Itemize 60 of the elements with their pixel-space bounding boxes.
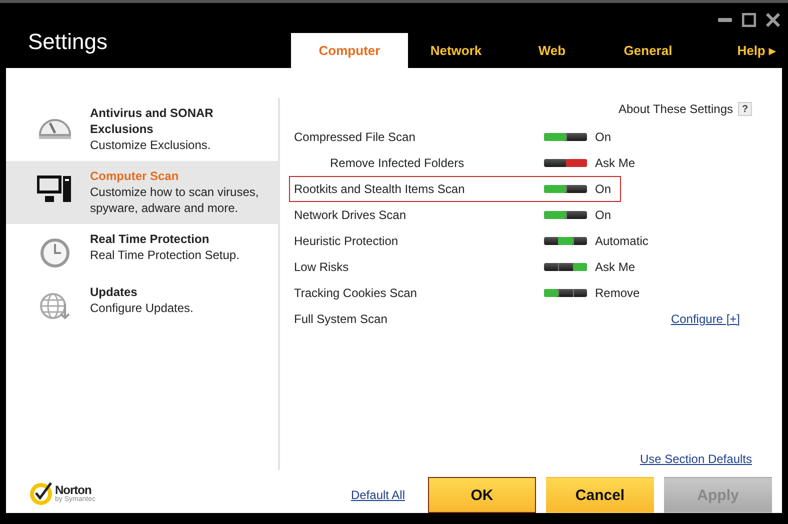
switch-knob[interactable] (572, 263, 587, 271)
section-defaults-link[interactable]: Use Section Defaults (640, 452, 752, 466)
sidebar-item[interactable]: Antivirus and SONAR Exclusions Customize Exclusions. (6, 98, 278, 161)
toggle-switch[interactable] (544, 133, 587, 141)
checkmark-icon (30, 481, 54, 505)
switch-knob[interactable] (544, 133, 566, 141)
footer-button[interactable]: OK (428, 477, 536, 513)
tab[interactable]: Web (504, 33, 600, 68)
setting-label: Remove Infected Folders (329, 156, 466, 170)
sidebar-item[interactable]: Updates Configure Updates. (6, 277, 278, 330)
switch-knob[interactable] (558, 237, 573, 245)
sidebar-item[interactable]: Computer Scan Customize how to scan viruses, spyware, adware and more. (6, 161, 278, 224)
setting-label: Rootkits and Stealth Items Scan (294, 182, 466, 196)
toggle-switch[interactable] (544, 237, 587, 245)
tab[interactable]: Network (408, 33, 504, 68)
setting-value: On (595, 130, 612, 144)
switch-knob[interactable] (544, 211, 566, 219)
item-description: Customize how to scan viruses, spyware, adware and more. (90, 184, 260, 216)
tab[interactable]: General (600, 33, 696, 68)
close-icon[interactable] (766, 13, 780, 27)
globe-icon (39, 290, 71, 322)
configure-link[interactable]: Configure [+] (670, 312, 740, 326)
setting-value: Ask Me (595, 260, 636, 274)
setting-value: Remove (595, 286, 640, 300)
toggle-switch[interactable] (544, 263, 587, 271)
about-label: About These Settings (618, 102, 733, 116)
help-button[interactable]: ? (738, 102, 752, 116)
item-description: Configure Updates. (90, 300, 194, 316)
footer-button[interactable]: Cancel (546, 477, 654, 513)
setting-label: Network Drives Scan (294, 208, 408, 222)
setting-label: Tracking Cookies Scan (294, 286, 418, 300)
setting-value: Ask Me (595, 156, 636, 170)
item-title: Computer Scan (90, 168, 180, 184)
setting-label: Compressed File Scan (294, 130, 416, 144)
item-title: Antivirus and SONAR Exclusions (90, 105, 214, 137)
switch-knob[interactable] (566, 159, 587, 167)
switch-knob[interactable] (544, 289, 558, 297)
maximize-icon[interactable] (742, 13, 756, 27)
setting-label: Low Risks (294, 260, 350, 274)
logo-name: Norton (55, 484, 92, 496)
item-title: Updates (90, 284, 138, 300)
item-description: Real Time Protection Setup. (90, 247, 240, 263)
setting-value: Automatic (595, 234, 648, 248)
default-all-link[interactable]: Default All (350, 488, 405, 502)
sidebar-item[interactable]: Real Time Protection Real Time Protection Setup. (6, 224, 278, 277)
item-title: Real Time Protection (90, 231, 210, 247)
item-description: Customize Exclusions. (90, 137, 212, 153)
setting-value: On (595, 182, 612, 196)
switch-knob[interactable] (544, 185, 566, 193)
tab[interactable]: Help ▸ (696, 33, 776, 68)
computer-icon (37, 174, 73, 204)
window-title: Settings (28, 29, 108, 55)
setting-label: Heuristic Protection (294, 234, 400, 248)
toggle-switch[interactable] (544, 159, 587, 167)
toggle-switch[interactable] (544, 185, 587, 193)
clock-icon (39, 237, 71, 269)
toggle-switch[interactable] (544, 211, 587, 219)
toggle-switch[interactable] (544, 289, 587, 297)
setting-label: Full System Scan (294, 312, 388, 326)
setting-value: On (595, 208, 612, 222)
